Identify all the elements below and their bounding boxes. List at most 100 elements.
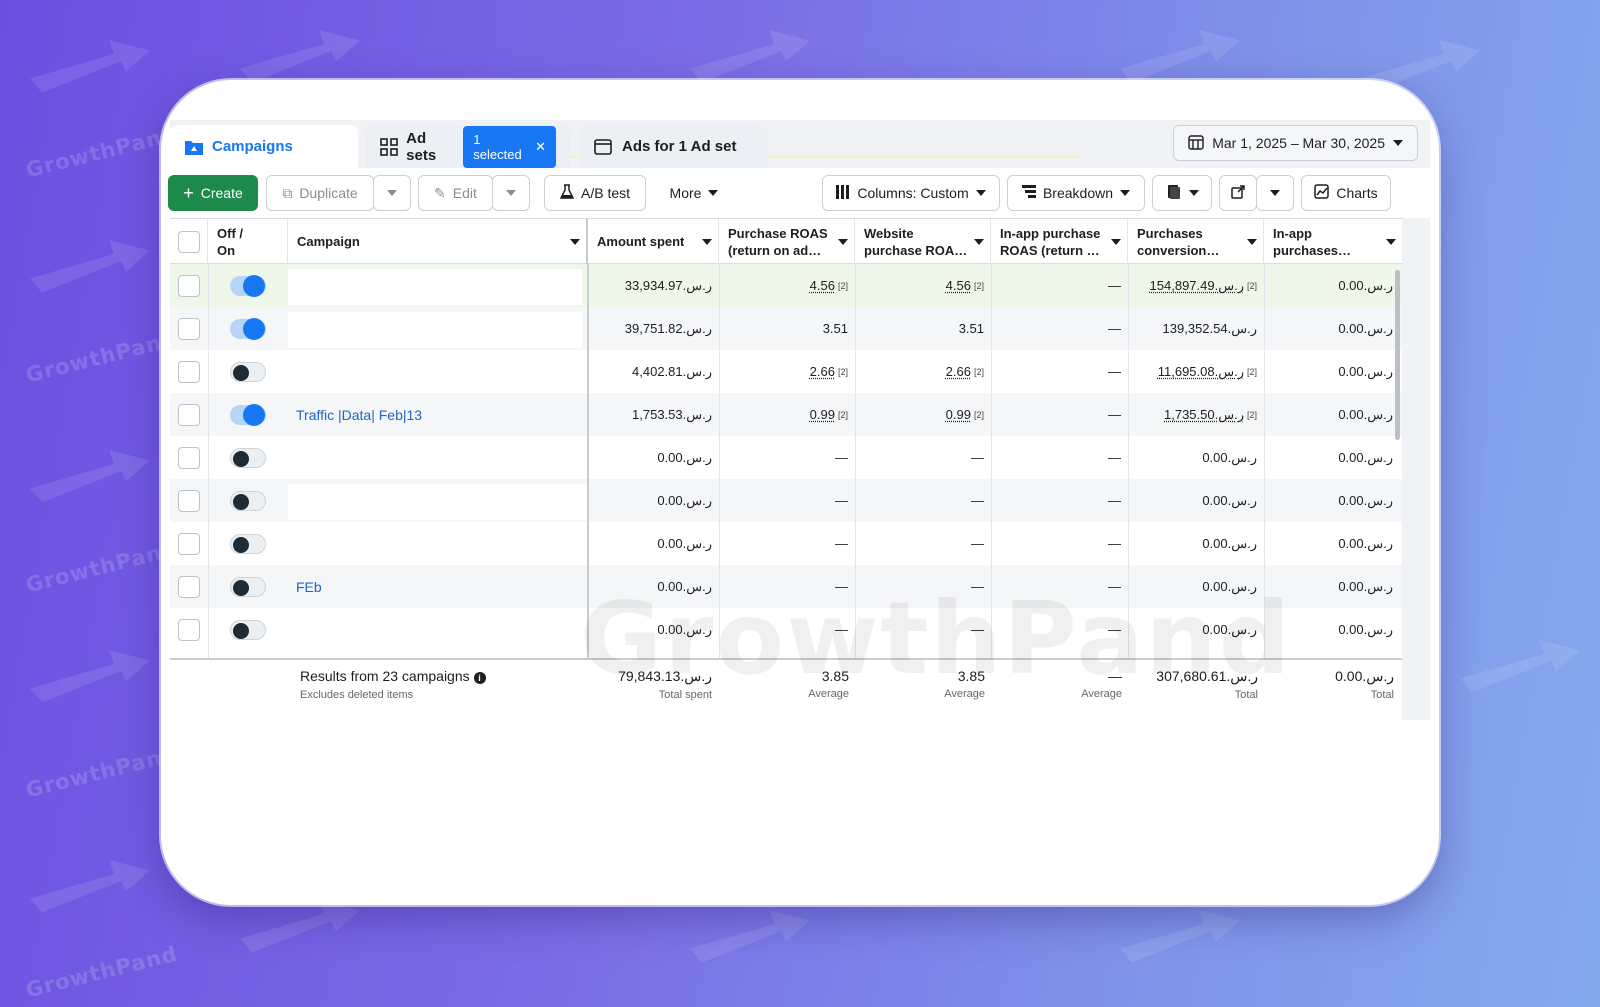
- select-all-checkbox[interactable]: [177, 230, 200, 253]
- row-checkbox[interactable]: [178, 575, 200, 598]
- metric-cell-conv: 0.00.ر.س: [1128, 522, 1264, 565]
- row-checkbox[interactable]: [178, 618, 200, 641]
- column-header-amount-spent[interactable]: Amount spent: [588, 219, 719, 264]
- date-range-picker[interactable]: Mar 1, 2025 – Mar 30, 2025: [1173, 125, 1418, 161]
- metric-value: —: [1108, 321, 1121, 336]
- campaign-toggle[interactable]: [230, 274, 266, 297]
- sort-icon[interactable]: [1111, 238, 1121, 245]
- row-checkbox[interactable]: [178, 489, 200, 512]
- close-icon[interactable]: ✕: [535, 139, 546, 155]
- metric-cell-roas: 3.51: [719, 307, 855, 350]
- metric-value: 0.00.ر.س: [1338, 492, 1393, 508]
- metric-cell-inapp-roas: —: [991, 350, 1128, 393]
- metric-cell-web-roas: —: [855, 436, 991, 479]
- sort-icon[interactable]: [570, 238, 580, 245]
- column-header-label: Purchase ROAS (return on ad…: [728, 225, 828, 258]
- more-button[interactable]: More: [656, 175, 732, 211]
- campaign-toggle[interactable]: [230, 490, 266, 511]
- table-row[interactable]: 0.00.ر.س — — — 0.00.ر.س 0.00.ر.س: [170, 436, 1402, 479]
- row-select-cell: [170, 393, 208, 436]
- table-row[interactable]: 0.00.ر.س — — — 0.00.ر.س 0.00.ر.س: [170, 479, 1402, 522]
- background-watermark: GrowthPand: [23, 741, 180, 803]
- results-summary: Results from 23 campaigns i Excludes del…: [300, 668, 486, 701]
- ab-test-button[interactable]: A/B test: [544, 175, 646, 211]
- campaign-toggle[interactable]: [230, 317, 266, 340]
- vertical-scrollbar[interactable]: [1395, 270, 1400, 440]
- reports-button[interactable]: [1152, 175, 1212, 211]
- metric-cell-conv: 0.00.ر.س: [1128, 479, 1264, 522]
- sort-icon[interactable]: [974, 238, 984, 245]
- footnote-marker: [2]: [837, 366, 848, 377]
- campaign-link[interactable]: FEb: [288, 579, 322, 595]
- metric-value: 0.00.ر.س: [1202, 535, 1257, 551]
- table-row[interactable]: Traffic |Data| Feb|13 1,753.53.ر.س 0.99 [2]…: [170, 393, 1402, 436]
- selected-badge[interactable]: 1 selected ✕: [463, 125, 556, 168]
- metric-value[interactable]: 4.56: [946, 278, 971, 293]
- column-header-inapp-roas[interactable]: In-app purchase ROAS (return …: [991, 219, 1128, 264]
- row-checkbox[interactable]: [178, 446, 200, 469]
- campaign-name-cell: [288, 436, 588, 479]
- metric-cell-inapp: 0.00.ر.س: [1264, 264, 1400, 307]
- sort-icon[interactable]: [702, 238, 712, 245]
- table-row[interactable]: 39,751.82.ر.س 3.51 3.51 — 139,352.54.ر.س 0.00…: [170, 307, 1402, 350]
- tab-ad-sets[interactable]: Ad sets 1 selected ✕: [366, 125, 570, 168]
- sort-icon[interactable]: [838, 238, 848, 245]
- campaign-toggle[interactable]: [230, 361, 266, 382]
- column-header-toggle[interactable]: Off / On: [208, 219, 288, 264]
- edit-dropdown[interactable]: [492, 175, 530, 211]
- metric-value[interactable]: 1,735.50.ر.س: [1164, 407, 1244, 423]
- metric-value[interactable]: 4.56: [810, 278, 835, 293]
- export-button[interactable]: [1219, 175, 1257, 211]
- column-header-label: Campaign: [297, 234, 360, 249]
- campaign-toggle[interactable]: [230, 403, 266, 426]
- metric-value: 0.00.ر.س: [1202, 492, 1257, 508]
- campaign-toggle[interactable]: [230, 533, 266, 554]
- row-select-cell: [170, 307, 208, 350]
- campaign-toggle[interactable]: [230, 619, 266, 640]
- column-header-purchase-roas[interactable]: Purchase ROAS (return on ad…: [719, 219, 855, 264]
- metric-cell-roas: 2.66 [2]: [719, 350, 855, 393]
- column-header-conversion[interactable]: Purchases conversion…: [1128, 219, 1264, 264]
- column-header-label: Website purchase ROA…: [864, 225, 968, 258]
- metric-value[interactable]: 0.99: [810, 407, 835, 422]
- info-icon[interactable]: i: [473, 672, 486, 684]
- columns-button[interactable]: Columns: Custom: [822, 175, 1000, 211]
- table-row[interactable]: 33,934.97.ر.س 4.56 [2] 4.56 [2] —154,897.49.ر…: [170, 264, 1402, 307]
- row-checkbox[interactable]: [178, 317, 200, 340]
- edit-button[interactable]: ✎ Edit: [418, 175, 493, 211]
- redacted-campaign-name: [288, 613, 582, 649]
- breakdown-button[interactable]: Breakdown: [1007, 175, 1145, 211]
- metric-value[interactable]: 11,695.08.ر.س: [1158, 364, 1244, 380]
- column-header-website-roas[interactable]: Website purchase ROA…: [855, 219, 991, 264]
- campaign-link[interactable]: Traffic |Data| Feb|13: [288, 407, 422, 423]
- sort-icon[interactable]: [1386, 238, 1396, 245]
- charts-button[interactable]: Charts: [1301, 175, 1391, 211]
- table-row[interactable]: 4,402.81.ر.س 2.66 [2] 2.66 [2] —11,695.08.ر.س…: [170, 350, 1402, 393]
- export-dropdown[interactable]: [1256, 175, 1294, 211]
- column-header-campaign[interactable]: Campaign: [288, 219, 588, 264]
- campaign-toggle[interactable]: [230, 447, 266, 468]
- row-checkbox[interactable]: [178, 403, 200, 426]
- row-checkbox[interactable]: [178, 532, 200, 555]
- table-row[interactable]: 0.00.ر.س — — — 0.00.ر.س 0.00.ر.س: [170, 522, 1402, 565]
- row-checkbox[interactable]: [178, 360, 200, 383]
- toggle-cell: [208, 264, 288, 307]
- metric-value[interactable]: 154,897.49.ر.س: [1150, 278, 1244, 294]
- duplicate-button[interactable]: ⧉ Duplicate: [266, 175, 374, 211]
- chart-icon: [1314, 184, 1330, 202]
- metric-value[interactable]: 0.99: [946, 407, 971, 422]
- tab-ads[interactable]: Ads for 1 Ad set: [580, 125, 768, 168]
- metric-value: 3.51: [958, 321, 984, 336]
- column-header-inapp-purchases[interactable]: In-app purchases…: [1264, 219, 1402, 264]
- duplicate-dropdown[interactable]: [373, 175, 411, 211]
- tab-campaigns[interactable]: Campaigns: [170, 125, 358, 168]
- row-checkbox[interactable]: [178, 274, 200, 297]
- metric-value[interactable]: 2.66: [810, 364, 835, 379]
- campaign-toggle[interactable]: [230, 576, 266, 597]
- metric-value: 0.00.ر.س: [1338, 535, 1393, 551]
- metric-value: 3.51: [822, 321, 848, 336]
- metric-value[interactable]: 2.66: [946, 364, 971, 379]
- create-button[interactable]: + Create: [168, 175, 258, 211]
- sort-icon[interactable]: [1247, 238, 1257, 245]
- row-select-cell: [170, 522, 208, 565]
